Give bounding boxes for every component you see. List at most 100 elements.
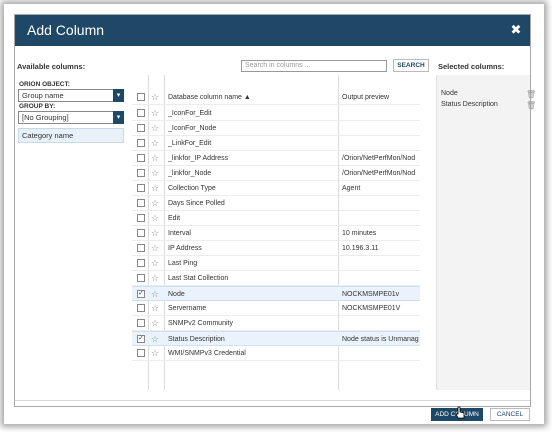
star-icon[interactable]: ☆ <box>151 226 159 241</box>
table-row[interactable]: ✓ ☆ Status Description Node status is Unman… <box>132 331 420 346</box>
column-name-cell: IP Address <box>168 245 202 252</box>
search-button[interactable]: SEARCH <box>393 59 429 72</box>
star-icon[interactable]: ☆ <box>151 346 159 361</box>
table-row[interactable]: ☆ Edit <box>132 211 420 226</box>
table-row[interactable]: ☆ SNMPv2 Community <box>132 316 420 331</box>
table-row[interactable]: ☆ _linkfor_IP Address/Orion/NetPerfMon/No… <box>132 151 420 166</box>
column-name-cell: WMI/SNMPv3 Credential <box>168 350 246 357</box>
column-name-cell: Servername <box>168 305 207 312</box>
output-preview-cell: 10 minutes <box>342 230 377 237</box>
column-name-cell: Interval <box>168 230 191 237</box>
column-name-cell: _IconFor_Node <box>168 125 217 132</box>
selected-column-item: Status Description <box>441 101 498 108</box>
row-checkbox[interactable]: ✓ <box>137 335 145 343</box>
group-by-label: GROUP BY: <box>19 103 56 110</box>
table-row[interactable]: ☆ Servername NOCKMSMPE01V <box>132 301 420 316</box>
output-preview-cell: 10.196.3.11 <box>342 245 379 252</box>
chevron-down-icon[interactable]: ▾ <box>113 111 124 124</box>
selected-column-item: Node <box>441 90 458 97</box>
output-preview-cell: /Orion/NetPerfMon/Nod <box>342 155 416 162</box>
row-checkbox[interactable]: ✓ <box>137 290 145 298</box>
output-preview-cell: NOCKMSMPE01V <box>342 305 401 312</box>
selected-columns-label: Selected columns: <box>438 62 505 71</box>
table-row[interactable]: ☆ Last Ping <box>132 256 420 271</box>
star-icon[interactable]: ☆ <box>151 106 159 121</box>
row-checkbox[interactable] <box>137 199 145 207</box>
column-header-preview: Output preview <box>342 94 390 101</box>
star-icon[interactable]: ☆ <box>151 316 159 331</box>
row-checkbox[interactable] <box>137 319 145 327</box>
mouse-cursor-icon <box>455 406 465 419</box>
row-checkbox[interactable] <box>137 259 145 267</box>
columns-grid: ☆ Database column name ▲ Output preview … <box>132 75 420 390</box>
dialog-title: Add Column <box>27 22 105 38</box>
table-row[interactable]: ☆ _linkfor_Node/Orion/NetPerfMon/Nod <box>132 166 420 181</box>
star-icon[interactable]: ☆ <box>151 181 159 196</box>
output-preview-cell: NOCKMSMPE01v <box>342 291 400 298</box>
star-icon[interactable]: ☆ <box>151 166 159 181</box>
table-row[interactable]: ☆ Days Since Polled <box>132 196 420 211</box>
footer-divider <box>15 400 530 401</box>
column-name-cell: Days Since Polled <box>168 200 225 207</box>
column-header-name[interactable]: Database column name ▲ <box>168 90 338 105</box>
star-icon[interactable]: ☆ <box>151 332 159 347</box>
row-checkbox[interactable] <box>137 169 145 177</box>
table-row[interactable]: ☆ Collection Type Agent <box>132 181 420 196</box>
star-icon[interactable]: ☆ <box>151 287 159 302</box>
table-row[interactable]: ☆ Interval 10 minutes <box>132 226 420 241</box>
row-checkbox[interactable] <box>137 109 145 117</box>
column-name-cell: Status Description <box>168 336 225 343</box>
orion-object-select[interactable]: Group name ▾ <box>18 89 124 102</box>
row-checkbox[interactable] <box>137 274 145 282</box>
dialog-titlebar: Add Column ✖ <box>15 15 530 46</box>
available-columns-label: Available columns: <box>17 62 86 71</box>
column-name-cell: _LinkFor_Edit <box>168 140 212 147</box>
row-checkbox[interactable] <box>137 154 145 162</box>
row-checkbox[interactable] <box>137 229 145 237</box>
chevron-down-icon[interactable]: ▾ <box>113 89 124 102</box>
star-icon[interactable]: ☆ <box>151 211 159 226</box>
star-icon[interactable]: ☆ <box>151 151 159 166</box>
star-icon[interactable]: ☆ <box>151 121 159 136</box>
column-name-cell: _IconFor_Edit <box>168 110 212 117</box>
cancel-button[interactable]: CANCEL <box>490 408 530 421</box>
trash-icon[interactable]: 🗑 <box>526 101 536 110</box>
column-name-cell: Node <box>168 291 185 298</box>
add-column-dialog: Add Column ✖ Available columns: ORION OB… <box>14 14 536 421</box>
star-icon[interactable]: ☆ <box>151 256 159 271</box>
trash-icon[interactable]: 🗑 <box>526 90 536 99</box>
table-row[interactable]: ☆ _IconFor_Node <box>132 121 420 136</box>
star-icon: ☆ <box>151 92 160 102</box>
star-icon[interactable]: ☆ <box>151 301 159 316</box>
column-name-cell: SNMPv2 Community <box>168 320 233 327</box>
row-checkbox[interactable] <box>137 139 145 147</box>
star-icon[interactable]: ☆ <box>151 271 159 286</box>
table-row[interactable]: ☆ _LinkFor_Edit <box>132 136 420 151</box>
table-row[interactable]: ✓ ☆ Node NOCKMSMPE01v <box>132 286 420 301</box>
row-checkbox[interactable] <box>137 349 145 357</box>
column-name-cell: _linkfor_IP Address <box>168 155 229 162</box>
table-row[interactable]: ☆ WMI/SNMPv3 Credential <box>132 346 420 361</box>
row-checkbox[interactable] <box>137 184 145 192</box>
column-name-cell: Edit <box>168 215 181 222</box>
grid-header-row: ☆ Database column name ▲ Output preview <box>132 90 420 105</box>
column-name-cell: Last Ping <box>168 260 198 267</box>
output-preview-cell: Agent <box>342 185 361 192</box>
group-list-item[interactable]: Category name <box>18 128 124 143</box>
row-checkbox[interactable] <box>137 244 145 252</box>
group-by-select[interactable]: [No Grouping] ▾ <box>18 111 124 124</box>
table-row[interactable]: ☆ IP Address 10.196.3.11 <box>132 241 420 256</box>
star-icon[interactable]: ☆ <box>151 196 159 211</box>
close-icon[interactable]: ✖ <box>509 22 523 38</box>
search-input[interactable]: Search in columns ... <box>241 60 387 72</box>
output-preview-cell: /Orion/NetPerfMon/Nod <box>342 170 416 177</box>
row-checkbox[interactable] <box>137 304 145 312</box>
table-row[interactable]: ☆ _IconFor_Edit <box>132 106 420 121</box>
select-all-checkbox[interactable] <box>137 93 145 101</box>
row-checkbox[interactable] <box>137 124 145 132</box>
table-row[interactable]: ☆ Last Stat Collection <box>132 271 420 286</box>
star-icon[interactable]: ☆ <box>151 136 159 151</box>
star-icon[interactable]: ☆ <box>151 241 159 256</box>
group-by-value: [No Grouping] <box>22 113 69 122</box>
row-checkbox[interactable] <box>137 214 145 222</box>
